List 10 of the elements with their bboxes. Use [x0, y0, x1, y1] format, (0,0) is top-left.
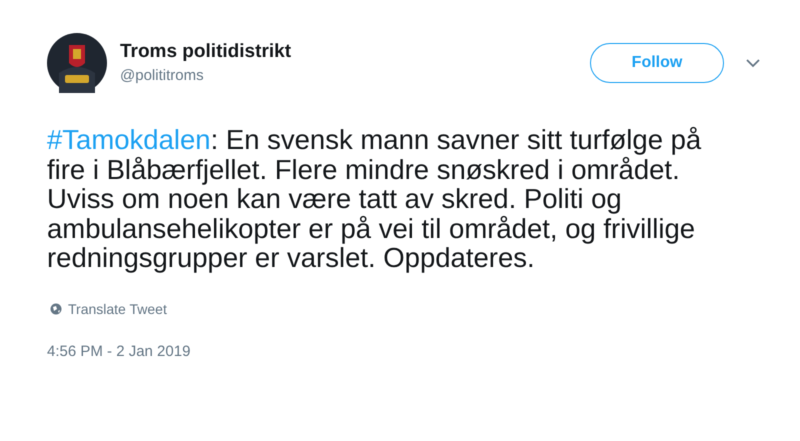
translate-link[interactable]: Translate Tweet [68, 298, 167, 320]
author-name[interactable]: Troms politidistrikt [120, 40, 292, 64]
hashtag-link[interactable]: #Tamokdalen [47, 124, 211, 155]
tweet-text: #Tamokdalen: En svensk mann savner sitt turfølge på fire i Blåbærfjellet. Flere mindre snøskred i området. Uviss om noen kan være tatt av skred. Politi og ambulansehelikopter er på vei til området, og frivillige redningsgrupper er varslet. Oppdateres. [47, 125, 702, 272]
follow-button[interactable]: Follow [590, 43, 724, 83]
globe-icon[interactable] [50, 303, 62, 315]
author-handle[interactable]: @polititroms [120, 66, 292, 86]
timestamp[interactable]: 4:56 PM - 2 Jan 2019 [47, 340, 760, 363]
avatar [47, 33, 107, 93]
chevron-down-icon[interactable] [746, 58, 760, 68]
